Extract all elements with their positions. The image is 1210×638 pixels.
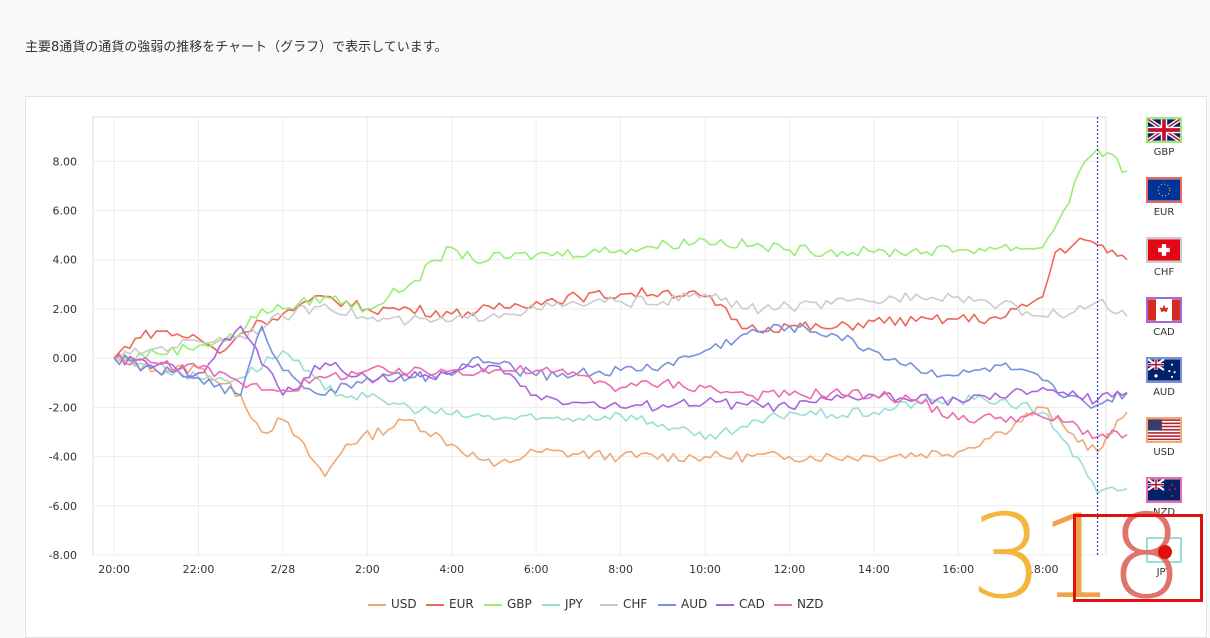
- legend-label: CAD: [739, 597, 765, 611]
- x-tick-label: 14:00: [858, 563, 890, 576]
- currency-code-label: CHF: [1153, 267, 1175, 278]
- legend-swatch: [774, 603, 792, 606]
- y-tick-label: -6.00: [49, 500, 77, 513]
- legend-label: USD: [391, 597, 417, 611]
- y-tick-label: 2.00: [53, 303, 78, 316]
- legend-item-aud[interactable]: AUD: [658, 597, 707, 611]
- legend-label: JPY: [565, 597, 583, 611]
- legend-swatch: [716, 603, 734, 606]
- highlight-box: [1073, 514, 1203, 602]
- y-tick-label: -2.00: [49, 401, 77, 414]
- legend-swatch: [368, 603, 386, 606]
- y-tick-label: 0.00: [53, 352, 78, 365]
- x-tick-label: 10:00: [689, 563, 721, 576]
- legend-label: EUR: [449, 597, 474, 611]
- x-tick-label: 12:00: [774, 563, 806, 576]
- x-tick-label: 4:00: [439, 563, 464, 576]
- legend-item-chf[interactable]: CHF: [600, 597, 647, 611]
- legend-label: GBP: [507, 597, 532, 611]
- legend-label: AUD: [681, 597, 708, 611]
- australia-flag-icon: [1146, 357, 1182, 383]
- currency-code-label: EUR: [1153, 207, 1175, 218]
- y-tick-label: 8.00: [53, 155, 78, 168]
- y-tick-label: -4.00: [49, 451, 77, 464]
- record-dot-icon: [1158, 545, 1172, 559]
- legend-label: NZD: [797, 597, 824, 611]
- currency-flag-chf[interactable]: CHF: [1141, 237, 1187, 293]
- legend-item-nzd[interactable]: NZD: [774, 597, 823, 611]
- us-flag-icon: [1146, 417, 1182, 443]
- legend-item-gbp[interactable]: GBP: [484, 597, 532, 611]
- currency-flag-gbp[interactable]: GBP: [1141, 117, 1187, 173]
- plot-area: [92, 116, 1107, 556]
- uk-flag-icon: [1146, 117, 1182, 143]
- legend-swatch: [658, 603, 676, 606]
- currency-code-label: AUD: [1153, 387, 1175, 398]
- x-tick-label: 20:00: [98, 563, 130, 576]
- x-tick-label: 22:00: [183, 563, 215, 576]
- currency-code-label: USD: [1153, 447, 1175, 458]
- legend-item-eur[interactable]: EUR: [426, 597, 474, 611]
- overlay-digit-1: 3: [970, 490, 1044, 625]
- legend-item-usd[interactable]: USD: [368, 597, 417, 611]
- currency-flag-aud[interactable]: AUD: [1141, 357, 1187, 413]
- legend-swatch: [426, 603, 444, 606]
- currency-code-label: CAD: [1153, 327, 1175, 338]
- legend-swatch: [542, 603, 560, 606]
- legend-item-jpy[interactable]: JPY: [542, 597, 583, 611]
- currency-code-label: GBP: [1153, 147, 1175, 158]
- x-tick-label: 8:00: [608, 563, 633, 576]
- x-tick-label: 6:00: [524, 563, 549, 576]
- y-tick-label: 4.00: [53, 254, 78, 267]
- canada-flag-icon: [1146, 297, 1182, 323]
- eu-flag-icon: [1146, 177, 1182, 203]
- currency-flag-usd[interactable]: USD: [1141, 417, 1187, 473]
- y-tick-label: -8.00: [49, 549, 77, 562]
- swiss-flag-icon: [1146, 237, 1182, 263]
- y-tick-label: 6.00: [53, 205, 78, 218]
- intro-text: 主要8通貨の通貨の強弱の推移をチャート（グラフ）で表示しています。: [25, 40, 448, 55]
- x-tick-label: 2/28: [271, 563, 296, 576]
- currency-flag-eur[interactable]: EUR: [1141, 177, 1187, 233]
- legend-label: CHF: [623, 597, 648, 611]
- legend-swatch: [484, 603, 502, 606]
- legend-item-cad[interactable]: CAD: [716, 597, 765, 611]
- legend-swatch: [600, 603, 618, 606]
- x-tick-label: 2:00: [355, 563, 380, 576]
- currency-flag-cad[interactable]: CAD: [1141, 297, 1187, 353]
